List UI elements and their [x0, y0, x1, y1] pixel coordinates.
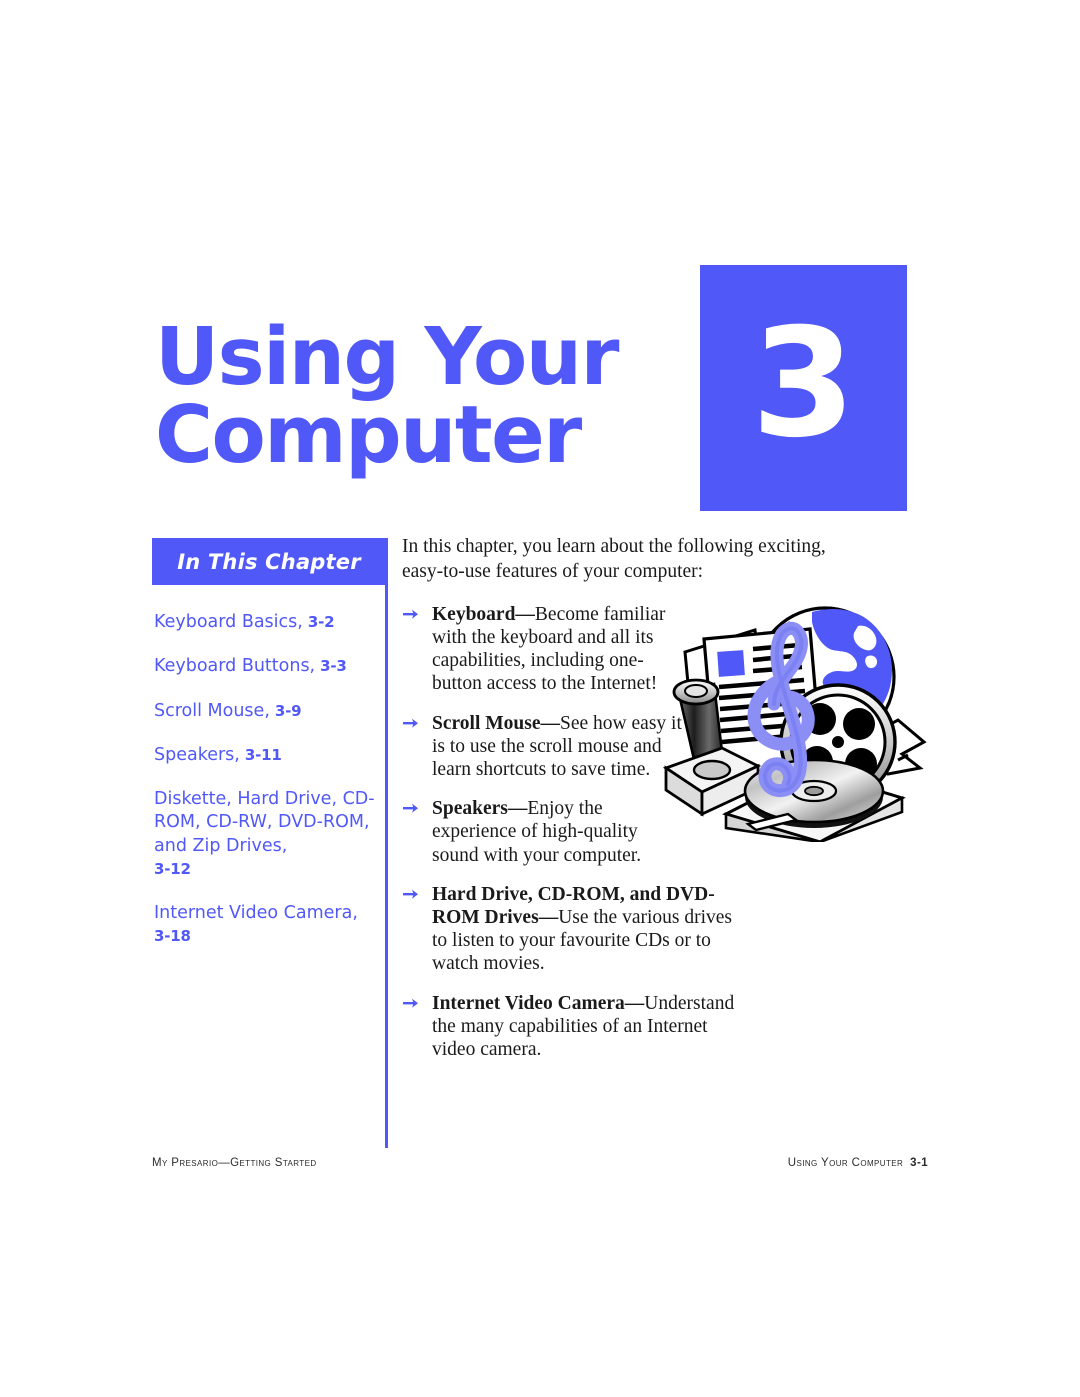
bullet-scroll-mouse: Scroll Mouse—See how easy it is to use t… — [402, 712, 684, 782]
sidebar-item-page: 3-18 — [154, 927, 191, 946]
sidebar-item-label: Keyboard Basics, — [154, 612, 303, 632]
intro-paragraph: In this chapter, you learn about the fol… — [402, 536, 826, 583]
bullet-internet-video-camera: Internet Video Camera—Understand the man… — [402, 992, 752, 1062]
page-title: Using Your Computer — [155, 311, 619, 482]
bullet-term: Internet Video Camera — [432, 992, 625, 1014]
sidebar-heading: In This Chapter — [177, 549, 361, 574]
sidebar-item-label: Keyboard Buttons, — [154, 656, 316, 677]
arrow-bullet-icon — [402, 884, 422, 904]
in-this-chapter-sidebar: In This Chapter Keyboard Basics, 3-2 Keyb… — [152, 538, 386, 970]
bullet-dash: — — [515, 603, 535, 625]
arrow-bullet-icon — [402, 798, 422, 818]
chapter-number: 3 — [751, 297, 856, 471]
bullet-drives: Hard Drive, CD-ROM, and DVD-ROM Drives—U… — [402, 883, 752, 976]
sidebar-item-label: Diskette, Hard Drive, CD-ROM, CD-RW, DVD… — [154, 789, 375, 856]
bullet-dash: — — [540, 712, 561, 734]
sidebar-divider-rule — [385, 538, 388, 1148]
sidebar-item-internet-video-camera[interactable]: Internet Video Camera, 3-18 — [152, 902, 386, 949]
footer-left-text: My Presario—Getting Started — [152, 1157, 317, 1169]
sidebar-item-label: Speakers, — [154, 744, 240, 765]
arrow-bullet-icon — [402, 604, 422, 624]
sidebar-toc-list: Keyboard Basics, 3-2 Keyboard Buttons, 3-3… — [152, 585, 386, 949]
sidebar-item-label: Internet Video Camera, — [154, 903, 358, 924]
sidebar-header: In This Chapter — [152, 538, 386, 585]
bullet-dash: — — [507, 798, 528, 820]
arrow-bullet-icon — [402, 713, 422, 733]
bullet-term: Scroll Mouse — [432, 712, 541, 734]
chapter-number-badge: 3 — [700, 265, 907, 511]
sidebar-item-page: 3-9 — [274, 701, 302, 720]
sidebar-item-label: Scroll Mouse, — [154, 700, 270, 721]
document-page: Using Your Computer 3 In This Chapter Ke… — [0, 0, 1080, 1397]
sidebar-item-page: 3-11 — [244, 745, 282, 764]
bullet-term: Keyboard — [432, 603, 516, 625]
bullet-dash: — — [624, 992, 645, 1014]
footer-right: Using Your Computer 3-1 — [788, 1157, 928, 1169]
multimedia-collage-illustration — [662, 592, 942, 844]
bullet-speakers: Speakers—Enjoy the experience of high-qu… — [402, 797, 684, 867]
sidebar-item-keyboard-buttons[interactable]: Keyboard Buttons, 3-3 — [152, 655, 386, 678]
bullet-dash: — — [538, 906, 559, 928]
sidebar-item-keyboard-basics[interactable]: Keyboard Basics, 3-2 — [152, 611, 386, 634]
bullet-keyboard: Keyboard—Become familiar with the keyboa… — [402, 603, 684, 696]
sidebar-item-page: 3-12 — [154, 859, 191, 878]
footer-page-number: 3-1 — [910, 1157, 928, 1169]
sidebar-item-scroll-mouse[interactable]: Scroll Mouse, 3-9 — [152, 700, 386, 723]
sidebar-item-speakers[interactable]: Speakers, 3-11 — [152, 744, 386, 767]
bullet-term: Speakers — [432, 798, 508, 820]
footer-right-text: Using Your Computer — [787, 1157, 904, 1169]
sidebar-item-page: 3-3 — [320, 657, 347, 676]
sidebar-item-page: 3-2 — [307, 613, 335, 631]
arrow-bullet-icon — [402, 993, 422, 1013]
sidebar-item-drives[interactable]: Diskette, Hard Drive, CD-ROM, CD-RW, DVD… — [152, 788, 386, 881]
